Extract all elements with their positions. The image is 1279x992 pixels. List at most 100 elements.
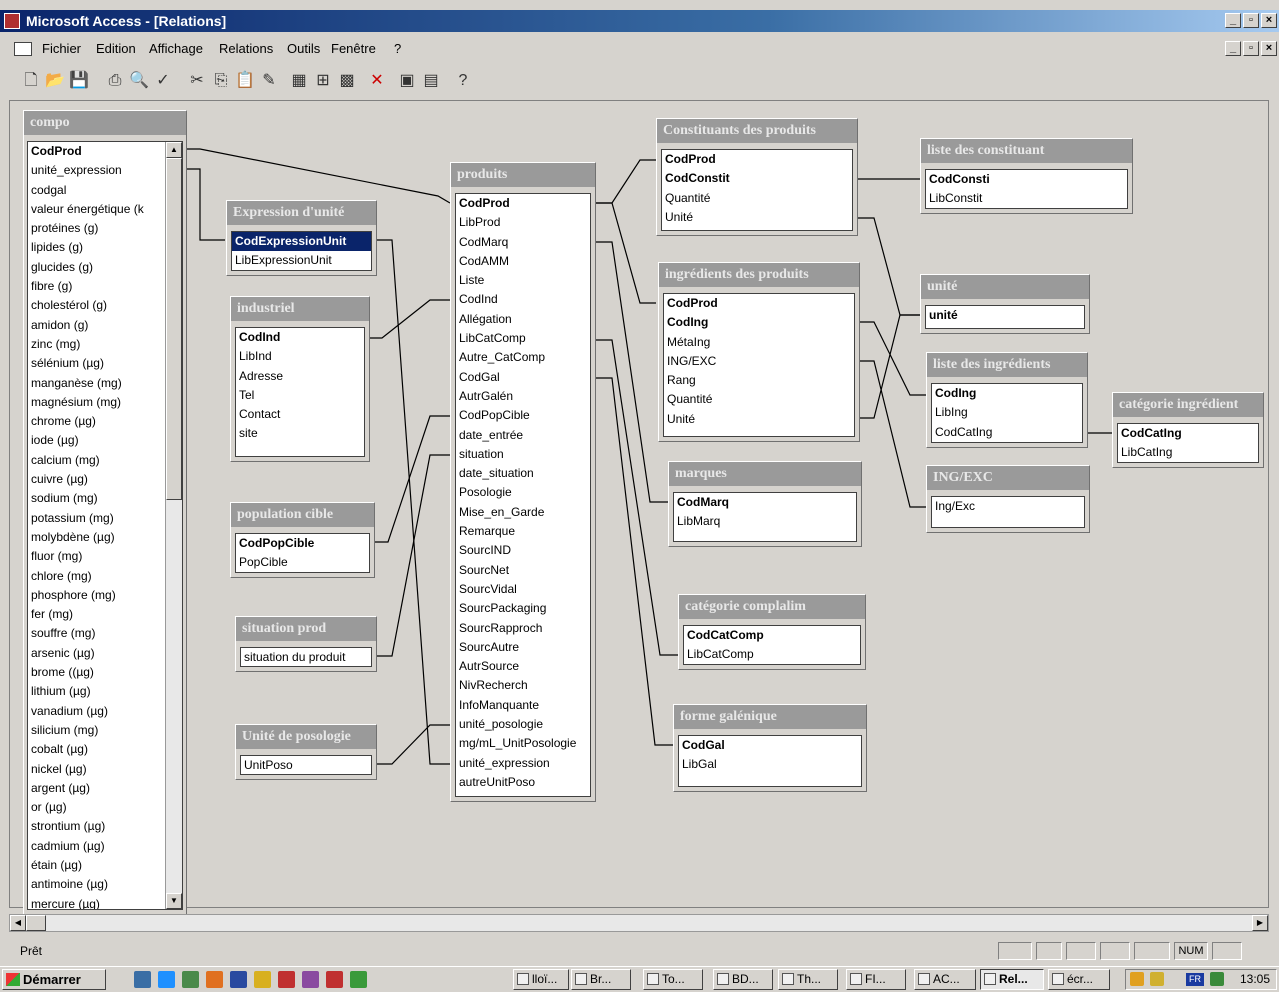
table-ingredients-fields[interactable]: CodProd CodIng MétaIng ING/EXC Rang Quantité U… <box>663 293 855 437</box>
print-icon[interactable]: ⎙ <box>104 70 126 92</box>
field-compo[interactable]: arsenic (µg) <box>28 644 182 663</box>
tray-network-icon[interactable] <box>1210 972 1224 986</box>
field-constituants[interactable]: Unité <box>662 208 852 227</box>
new-object-icon[interactable]: ▤ <box>420 70 442 92</box>
open-icon[interactable]: 📂 <box>44 70 66 92</box>
field-compo[interactable]: zinc (mg) <box>28 335 182 354</box>
field-compo[interactable]: phosphore (mg) <box>28 586 182 605</box>
field-posologie[interactable]: UnitPoso <box>241 756 371 774</box>
doc-close-button[interactable]: × <box>1261 41 1277 56</box>
minimize-button[interactable]: _ <box>1225 13 1241 28</box>
field-compo[interactable]: nickel (µg) <box>28 760 182 779</box>
table-situation-title[interactable]: situation prod <box>236 617 376 641</box>
field-ingexc[interactable]: Ing/Exc <box>932 497 1084 516</box>
field-compo[interactable]: souffre (mg) <box>28 624 182 643</box>
table-categorie-ingredient[interactable]: catégorie ingrédient CodCatIng LibCatIng <box>1112 392 1264 468</box>
taskbar-task[interactable]: AC... <box>914 969 976 990</box>
table-marques[interactable]: marques CodMarq LibMarq <box>668 461 862 547</box>
table-categorie-complalim[interactable]: catégorie complalim CodCatComp LibCatComp <box>678 594 866 670</box>
table-catcomp-fields[interactable]: CodCatComp LibCatComp <box>683 625 861 665</box>
table-listeing-fields[interactable]: CodIng LibIng CodCatIng <box>931 383 1083 443</box>
doc-restore-button[interactable]: ▫ <box>1243 41 1259 56</box>
table-constituants-fields[interactable]: CodProd CodConstit Quantité Unité <box>661 149 853 231</box>
field-ingredients[interactable]: CodIng <box>664 313 854 332</box>
save-icon[interactable]: 💾 <box>68 70 90 92</box>
table-compo-title[interactable]: compo <box>24 111 186 135</box>
field-compo[interactable]: CodProd <box>28 142 182 161</box>
compo-scroll-thumb[interactable] <box>166 158 182 500</box>
table-compo[interactable]: compo ▲ ▼ CodProd unité_expression codgal v… <box>23 110 187 915</box>
field-compo[interactable]: lithium (µg) <box>28 682 182 701</box>
taskbar-task[interactable]: lloï... <box>513 969 569 990</box>
taskbar-task[interactable]: Br... <box>571 969 631 990</box>
table-expression-unite[interactable]: Expression d'unité CodExpressionUnit LibE… <box>226 200 377 276</box>
table-unite-posologie[interactable]: Unité de posologie UnitPoso <box>235 724 377 780</box>
menu-outils[interactable]: Outils <box>287 37 320 61</box>
word-icon[interactable] <box>230 971 247 988</box>
table-unite-title[interactable]: unité <box>921 275 1089 299</box>
table-liste-constituant[interactable]: liste des constituant CodConsti LibConsti… <box>920 138 1133 214</box>
scroll-left-arrow-icon[interactable]: ◀ <box>10 915 26 931</box>
table-marques-fields[interactable]: CodMarq LibMarq <box>673 492 857 542</box>
field-produits[interactable]: CodGal <box>456 368 590 387</box>
scroll-up-arrow-icon[interactable]: ▲ <box>166 142 182 158</box>
table-expression-title[interactable]: Expression d'unité <box>227 201 376 225</box>
taskbar-task[interactable]: To... <box>643 969 703 990</box>
field-compo[interactable]: amidon (g) <box>28 316 182 335</box>
field-compo[interactable]: sodium (mg) <box>28 489 182 508</box>
table-listeconst-title[interactable]: liste des constituant <box>921 139 1132 163</box>
start-button[interactable]: Démarrer <box>2 969 106 990</box>
field-compo[interactable]: cholestérol (g) <box>28 296 182 315</box>
field-compo[interactable]: unité_expression <box>28 161 182 180</box>
tray-app-icon[interactable] <box>1150 972 1164 986</box>
field-listeconst[interactable]: LibConstit <box>926 189 1127 208</box>
field-produits[interactable]: LibProd <box>456 213 590 232</box>
field-compo[interactable]: fluor (mg) <box>28 547 182 566</box>
table-forme-title[interactable]: forme galénique <box>674 705 866 729</box>
quicklaunch-app-icon[interactable] <box>254 971 271 988</box>
field-produits[interactable]: LibCatComp <box>456 329 590 348</box>
field-compo[interactable]: cuivre (µg) <box>28 470 182 489</box>
menu-relations[interactable]: Relations <box>219 37 273 61</box>
show-all-icon[interactable]: ▩ <box>336 70 358 92</box>
field-produits[interactable]: Liste <box>456 271 590 290</box>
table-situation-prod[interactable]: situation prod situation du produit <box>235 616 377 672</box>
field-produits[interactable]: autreUnitPoso <box>456 773 590 792</box>
field-produits[interactable]: Allégation <box>456 310 590 329</box>
field-forme[interactable]: CodGal <box>679 736 861 755</box>
close-button[interactable]: × <box>1261 13 1277 28</box>
workspace-hscrollbar[interactable]: ◀ ▶ <box>9 914 1269 932</box>
table-forme-galenique[interactable]: forme galénique CodGal LibGal <box>673 704 867 792</box>
menu-fichier[interactable]: Fichier <box>42 37 81 61</box>
acrobat-icon[interactable] <box>326 971 343 988</box>
field-marques[interactable]: LibMarq <box>674 512 856 531</box>
field-compo[interactable]: argent (µg) <box>28 779 182 798</box>
field-catcomp[interactable]: LibCatComp <box>684 645 860 664</box>
field-compo[interactable]: fer (mg) <box>28 605 182 624</box>
field-produits[interactable]: CodProd <box>456 194 590 213</box>
field-industriel[interactable]: Tel <box>236 386 364 405</box>
access-app-icon[interactable] <box>4 13 20 29</box>
field-constituants[interactable]: CodProd <box>662 150 852 169</box>
table-industriel[interactable]: industriel CodInd LibInd Adresse Tel Contact… <box>230 296 370 462</box>
table-constituants-produits[interactable]: Constituants des produits CodProd CodCons… <box>656 118 858 236</box>
tray-speaker-icon[interactable] <box>1130 972 1144 986</box>
table-produits[interactable]: produits CodProd LibProd CodMarq CodAMM List… <box>450 162 596 802</box>
field-compo[interactable]: silicium (mg) <box>28 721 182 740</box>
table-industriel-fields[interactable]: CodInd LibInd Adresse Tel Contact site <box>235 327 365 457</box>
field-produits[interactable]: situation <box>456 445 590 464</box>
copy-icon[interactable]: ⎘ <box>210 70 232 92</box>
field-ingredients[interactable]: ING/EXC <box>664 352 854 371</box>
table-compo-fields[interactable]: ▲ ▼ CodProd unité_expression codgal valeur … <box>27 141 183 910</box>
table-ingexc-fields[interactable]: Ing/Exc <box>931 496 1085 528</box>
field-catingr[interactable]: CodCatIng <box>1118 424 1258 443</box>
relations-window-icon[interactable] <box>14 42 32 56</box>
cut-icon[interactable]: ✂ <box>186 70 208 92</box>
field-expression[interactable]: LibExpressionUnit <box>232 251 371 270</box>
field-compo[interactable]: calcium (mg) <box>28 451 182 470</box>
table-forme-fields[interactable]: CodGal LibGal <box>678 735 862 787</box>
table-catcomp-title[interactable]: catégorie complalim <box>679 595 865 619</box>
table-ing-exc[interactable]: ING/EXC Ing/Exc <box>926 465 1090 533</box>
field-compo[interactable]: cobalt (µg) <box>28 740 182 759</box>
field-compo[interactable]: codgal <box>28 181 182 200</box>
